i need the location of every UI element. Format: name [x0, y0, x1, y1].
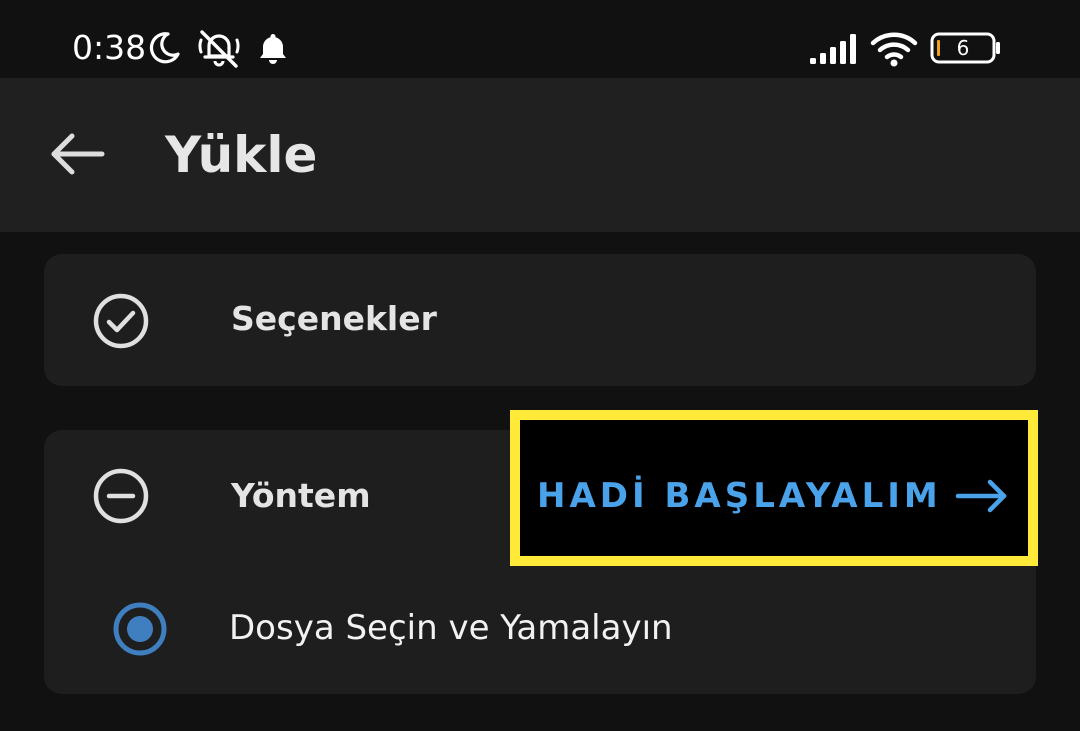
- radio-selected-icon[interactable]: [112, 601, 168, 657]
- arrow-left-icon: [51, 133, 105, 175]
- page-title: Yükle: [165, 126, 318, 184]
- start-label: HADİ BAŞLAYALIM: [537, 476, 942, 516]
- status-time: 0:38: [72, 28, 147, 67]
- method-header[interactable]: Yöntem: [44, 430, 504, 560]
- back-button[interactable]: [38, 118, 118, 190]
- status-bar: 0:38 6: [0, 0, 1080, 78]
- app-bar: Yükle: [0, 78, 1080, 232]
- mute-icon: [198, 30, 240, 68]
- method-label: Yöntem: [231, 476, 371, 515]
- wifi-icon: [870, 32, 918, 67]
- signal-icon: [810, 34, 856, 64]
- options-card[interactable]: Seçenekler: [44, 254, 1036, 386]
- radio-option-label: Dosya Seçin ve Yamalayın: [229, 608, 673, 648]
- screen: 0:38 6 Yükle Seçenekler Yöntem Dosya Seç…: [0, 0, 1080, 731]
- moon-icon: [149, 32, 180, 64]
- start-button[interactable]: HADİ BAŞLAYALIM: [526, 440, 1016, 550]
- options-label: Seçenekler: [231, 299, 437, 338]
- minus-circle-icon: [93, 468, 149, 524]
- bell-icon: [260, 34, 286, 64]
- arrow-right-icon: [955, 479, 1007, 513]
- battery-level: 6: [956, 36, 970, 60]
- check-circle-icon: [93, 293, 149, 349]
- radio-option-file-patch[interactable]: Dosya Seçin ve Yamalayın: [84, 590, 784, 670]
